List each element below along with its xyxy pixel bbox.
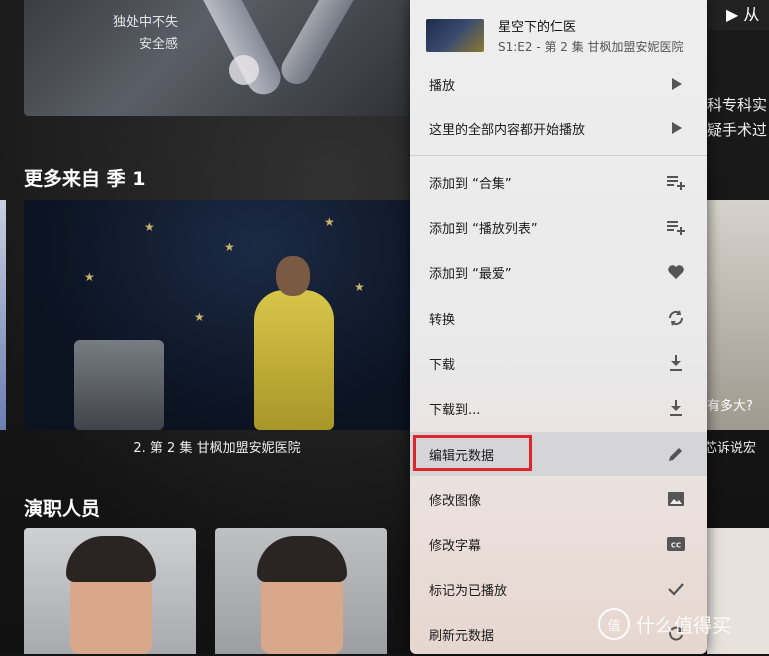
episode-thumbnail[interactable]: ★ ★ ★ ★ ★ ★ <box>24 200 410 430</box>
menu-item-label: 添加到 “播放列表” <box>429 222 538 237</box>
menu-item-mark-played[interactable]: 标记为已播放 <box>410 567 707 611</box>
menu-item-label: 标记为已播放 <box>429 584 508 599</box>
context-menu: 星空下的仁医 S1:E2 - 第 2 集 甘枫加盟安妮医院 播放 这里的全部内容… <box>410 0 707 654</box>
menu-item-play[interactable]: 播放 <box>410 62 707 106</box>
menu-item-label: 播放 <box>429 79 456 94</box>
watermark: 值 什么值得买 <box>598 608 731 640</box>
decor-machine <box>74 340 164 430</box>
menu-item-download[interactable]: 下载 <box>410 341 707 385</box>
decor-shape <box>276 0 362 90</box>
image-icon <box>668 492 684 506</box>
menu-item-add-to-collection[interactable]: 添加到 “合集” <box>410 160 707 204</box>
menu-item-play-all[interactable]: 这里的全部内容都开始播放 <box>410 106 707 150</box>
description-text: 疑手术过 <box>707 121 768 139</box>
play-icon: ▶ <box>726 5 744 24</box>
menu-item-add-to-playlist[interactable]: 添加到 “播放列表” <box>410 205 707 249</box>
menu-item-label: 修改图像 <box>429 494 482 509</box>
banner-caption-line: 安全感 <box>138 37 178 52</box>
previous-episode-thumbnail-edge[interactable] <box>0 200 6 430</box>
menu-item-edit-subtitles[interactable]: 修改字幕 CC <box>410 522 707 566</box>
menu-item-label: 下载到... <box>429 403 481 418</box>
menu-item-label: 添加到 “最爱” <box>429 267 512 282</box>
menu-divider <box>410 155 707 156</box>
play-icon <box>672 122 682 134</box>
top-banner-thumbnail[interactable]: 独处中不失 安全感 <box>24 0 414 116</box>
menu-episode-thumbnail <box>426 19 484 52</box>
watermark-text: 什么值得买 <box>636 614 732 637</box>
cast-photo-hair <box>257 536 347 582</box>
menu-item-label: 修改字幕 <box>429 539 482 554</box>
next-episode-thumbnail[interactable]: 有多大? <box>707 200 769 430</box>
description-text: 科专科实 <box>707 96 768 114</box>
menu-item-download-to[interactable]: 下载到... <box>410 386 707 430</box>
banner-caption-line: 独处中不失 <box>112 15 178 30</box>
episode-caption[interactable]: 2. 第 2 集 甘枫加盟安妮医院 <box>24 437 410 456</box>
decor-person-head <box>276 256 310 296</box>
menu-item-edit-image[interactable]: 修改图像 <box>410 477 707 521</box>
menu-subtitle: S1:E2 - 第 2 集 甘枫加盟安妮医院 <box>498 40 684 54</box>
cast-photo-hair <box>66 536 156 582</box>
thumbnail-subtitle: 有多大? <box>707 399 753 414</box>
sync-icon <box>668 310 684 326</box>
menu-item-label: 转换 <box>429 313 456 328</box>
menu-item-label: 这里的全部内容都开始播放 <box>429 123 586 138</box>
play-from-label: 从 <box>743 5 760 24</box>
menu-header: 星空下的仁医 S1:E2 - 第 2 集 甘枫加盟安妮医院 <box>410 0 707 62</box>
pencil-icon <box>669 448 682 461</box>
menu-item-label: 编辑元数据 <box>429 449 495 464</box>
subtitles-icon: CC <box>667 537 685 551</box>
watermark-logo: 值 <box>598 608 630 640</box>
heart-icon <box>668 265 684 279</box>
menu-item-convert[interactable]: 转换 <box>410 296 707 340</box>
cast-card[interactable] <box>215 528 387 654</box>
download-icon <box>670 400 682 416</box>
decor-person-body <box>254 290 334 430</box>
section-title-more-from-season: 更多来自 季 1 <box>24 168 146 190</box>
banner-caption: 独处中不失 安全感 <box>94 12 178 56</box>
decor-shape <box>195 0 287 101</box>
next-episode-caption[interactable]: 芯诉说宏 <box>704 437 756 456</box>
play-icon <box>672 78 682 90</box>
check-icon <box>668 583 684 596</box>
cast-card[interactable] <box>24 528 196 654</box>
decor-star: ★ <box>224 240 235 254</box>
menu-item-label: 添加到 “合集” <box>429 177 512 192</box>
play-from-button[interactable]: ▶ 从 <box>708 0 769 30</box>
menu-item-add-to-favorites[interactable]: 添加到 “最爱” <box>410 250 707 294</box>
playlist-add-icon <box>667 221 685 235</box>
menu-title: 星空下的仁医 <box>498 20 577 35</box>
decor-star: ★ <box>354 280 365 294</box>
section-title-cast: 演职人员 <box>24 498 101 520</box>
menu-item-edit-metadata[interactable]: 编辑元数据 <box>410 432 707 476</box>
menu-item-label: 下载 <box>429 358 456 373</box>
svg-text:CC: CC <box>671 542 681 550</box>
decor-star: ★ <box>84 270 95 284</box>
decor-shape <box>229 55 259 85</box>
decor-star: ★ <box>144 220 155 234</box>
decor-star: ★ <box>194 310 205 324</box>
download-icon <box>670 355 682 371</box>
decor-star: ★ <box>324 215 335 229</box>
menu-item-label: 刷新元数据 <box>429 629 495 644</box>
playlist-add-icon <box>667 176 685 190</box>
